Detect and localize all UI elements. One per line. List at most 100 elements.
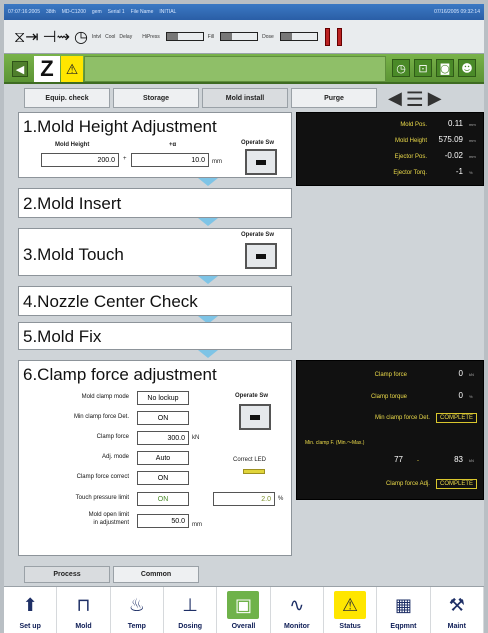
- clamp-adj-row: Clamp force Adj. COMPLETE: [386, 479, 477, 489]
- plus-alpha-label: +α: [169, 142, 177, 148]
- touch-pressure-pct-field[interactable]: 2.0: [213, 492, 275, 506]
- wrench-icon: ⚒: [448, 594, 465, 616]
- dose-gauge: [279, 32, 318, 41]
- nav-label: Overall: [231, 623, 256, 630]
- warning-icon[interactable]: ⚠: [61, 56, 83, 82]
- nav-status[interactable]: ⚠ Status: [324, 587, 378, 633]
- step4-panel[interactable]: 4.Nozzle Center Check: [18, 286, 292, 316]
- timer-icon[interactable]: ◷: [392, 59, 410, 77]
- mold-open-limit-unit: mm: [192, 522, 202, 528]
- tab-storage[interactable]: Storage: [113, 88, 199, 108]
- step3-title: 3.Mold Touch: [23, 245, 124, 264]
- mold-icon: ⊓: [76, 594, 91, 616]
- clamp-force-unit: kN: [192, 435, 200, 441]
- clamp-mode-label: Mold clamp mode: [81, 394, 129, 400]
- temp-icon: ♨: [128, 594, 145, 616]
- operate-sw-label: Operate Sw: [241, 140, 275, 146]
- mold-height-label: Mold Height: [55, 142, 90, 148]
- nav-monitor[interactable]: ∿ Monitor: [271, 587, 324, 633]
- touch-pressure-unit: %: [278, 496, 284, 502]
- overall-icon: ▣: [227, 591, 260, 619]
- clamp-force-field[interactable]: 300.0: [137, 431, 189, 445]
- mold-pos-row: Mold Pos. 0.11 mm: [400, 119, 476, 128]
- step-arrow-icon: [198, 276, 218, 284]
- mold-height-field[interactable]: 200.0: [41, 153, 119, 167]
- mold-open-limit-label-2: in adjustment: [93, 520, 129, 526]
- touch-pressure-field[interactable]: ON: [137, 492, 189, 506]
- correct-led-indicator: [243, 469, 265, 474]
- clamp-force-row: Clamp force 0 kN: [374, 369, 474, 378]
- step2-title: 2.Mold Insert: [23, 194, 122, 213]
- delay-label: Delay: [119, 33, 133, 40]
- mold-open-limit-field[interactable]: 50.0: [137, 514, 189, 528]
- menu-icon[interactable]: ☰: [406, 89, 424, 109]
- plus-sign: +: [123, 156, 127, 162]
- adj-mode-field[interactable]: Auto: [137, 451, 189, 465]
- nav-label: Temp: [127, 623, 146, 630]
- equipment-icon: ▦: [394, 594, 412, 616]
- correct-led-label: Correct LED: [233, 457, 267, 463]
- step1-title: 1.Mold Height Adjustment: [23, 117, 217, 136]
- level-bar-icon: [324, 27, 330, 46]
- status-item: File Name: [130, 9, 154, 15]
- clamp-readout-panel: Clamp force 0 kN Clamp torque 0 % Min cl…: [296, 360, 484, 500]
- tab-common[interactable]: Common: [113, 566, 199, 583]
- camera-icon[interactable]: ◙: [436, 59, 454, 77]
- operate-sw-label: Operate Sw: [241, 232, 275, 238]
- tab-mold-install[interactable]: Mold install: [202, 88, 288, 108]
- tab-process[interactable]: Process: [24, 566, 110, 583]
- nav-label: Monitor: [283, 623, 310, 630]
- nav-label: Set up: [19, 623, 41, 630]
- min-clamp-det-label: Min clamp force Det.: [73, 414, 129, 420]
- process-tabs: Process Common: [4, 566, 484, 584]
- nav-temp[interactable]: ♨ Temp: [111, 587, 164, 633]
- clamp-mode-field[interactable]: No lockup: [137, 391, 189, 405]
- prev-tab-icon[interactable]: ◀: [388, 89, 402, 109]
- back-arrow-icon[interactable]: ◀: [12, 61, 28, 77]
- status-item: 38th: [45, 9, 56, 15]
- nav-label: Eqpmnt: [390, 623, 417, 630]
- machine-icon-row: ⧖⇥ ⊣⇝ ◷ Intvl Cool Delay HiPress Fill Do…: [4, 20, 484, 54]
- nav-overall[interactable]: ▣ Overall: [217, 587, 271, 633]
- step1-panel: 1.Mold Height Adjustment Mold Height +α …: [18, 112, 292, 178]
- mold-height-row: Mold Height 575.09 mm: [394, 135, 476, 144]
- step6-panel: 6.Clamp force adjustment Mold clamp mode…: [18, 360, 292, 556]
- user-icon[interactable]: ☻: [458, 59, 476, 77]
- step6-title: 6.Clamp force adjustment: [23, 365, 217, 384]
- level-bar-icon: [336, 27, 342, 46]
- hipress-label: HiPress: [142, 33, 160, 40]
- min-clamp-det-field[interactable]: ON: [137, 411, 189, 425]
- cool-label: Cool: [105, 33, 116, 40]
- nav-dosing[interactable]: ⊥ Dosing: [164, 587, 218, 633]
- logo: Z: [34, 56, 60, 82]
- nav-equipment[interactable]: ▦ Eqpmnt: [377, 587, 431, 633]
- step2-panel[interactable]: 2.Mold Insert: [18, 188, 292, 218]
- clamp-torque-row: Clamp torque 0 %: [370, 391, 473, 400]
- ejector-pos-row: Ejector Pos. -0.02 mm: [394, 151, 476, 160]
- tab-purge[interactable]: Purge: [291, 88, 377, 108]
- lock-icon[interactable]: ⊡: [414, 59, 432, 77]
- operate-switch-button[interactable]: [245, 243, 277, 269]
- screen-frame: 07:07:16:2005 38th MD-C1200 gem Serial 1…: [0, 0, 488, 633]
- min-clamp-det-status: COMPLETE: [435, 413, 477, 423]
- clamp-adj-status: COMPLETE: [435, 479, 477, 489]
- clamp-force-correct-field[interactable]: ON: [137, 471, 189, 485]
- nav-mold[interactable]: ⊓ Mold: [57, 587, 111, 633]
- adj-mode-label: Adj. mode: [101, 454, 129, 460]
- mold-readout-panel: Mold Pos. 0.11 mm Mold Height 575.09 mm …: [296, 112, 484, 186]
- operate-switch-button[interactable]: [245, 149, 277, 175]
- nav-label: Mold: [75, 623, 92, 630]
- min-clamp-det-row: Min clamp force Det. COMPLETE: [375, 413, 477, 423]
- step5-panel[interactable]: 5.Mold Fix: [18, 322, 292, 350]
- press-ejector-icon: ⧖⇥: [14, 26, 39, 46]
- alpha-unit: mm: [212, 159, 222, 165]
- status-item: MD-C1200: [61, 9, 86, 15]
- nav-maint[interactable]: ⚒ Maint: [431, 587, 484, 633]
- operate-switch-button[interactable]: [239, 404, 271, 430]
- clamp-force-label: Clamp force: [96, 434, 129, 440]
- nav-label: Status: [339, 623, 361, 630]
- nav-setup[interactable]: ⬆ Set up: [4, 587, 58, 633]
- tab-equip-check[interactable]: Equip. check: [24, 88, 110, 108]
- alpha-field[interactable]: 10.0: [131, 153, 209, 167]
- next-tab-icon[interactable]: ▶: [428, 89, 442, 109]
